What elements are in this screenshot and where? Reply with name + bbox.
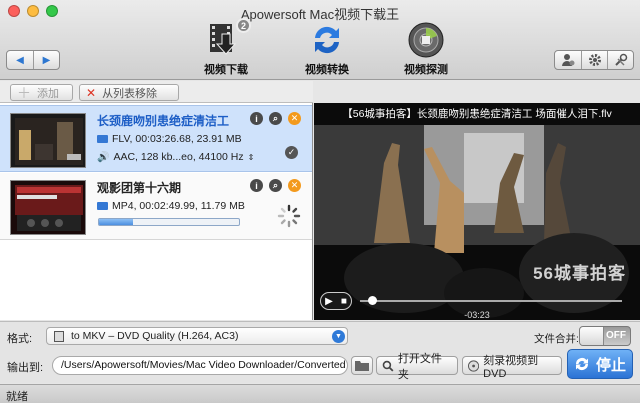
delete-icon[interactable]: ✕ [288,179,301,192]
status-text: 就绪 [6,391,28,403]
video-thumbnail [10,180,86,235]
tool-video-convert-label: 视频转换 [305,64,349,76]
toggle-state: OFF [606,330,626,341]
burn-dvd-label: 刻录视频到DVD [483,354,539,380]
convert-arrows-icon [307,20,347,60]
tool-video-download[interactable]: 2 视频下载 [186,18,266,77]
list-item[interactable]: 观影团第十六期 MP4, 00:02:49.99, 11.79 MB i ⌕ ✕ [0,173,312,240]
magnifier-icon[interactable]: ⌕ [269,179,282,192]
chevron-down-icon: ▼ [332,330,345,343]
add-button-label: 添加 [37,87,59,100]
output-label: 输出到: [7,362,44,374]
format-value: to MKV – DVD Quality (H.264, AC3) [71,330,239,342]
account-icon[interactable] [555,51,581,69]
audio-dropdown-icon[interactable]: ⇕ [248,153,255,162]
plus-icon: ＋ [17,84,31,101]
video-title: 【56城事拍客】长颈鹿吻别患绝症清洁工 场面催人泪下.flv [342,108,612,120]
item-audio-line: 🔊 AAC, 128 kb...eo, 44100 Hz ⇕ [97,151,254,163]
refresh-icon [575,357,589,371]
tool-video-detect-label: 视频探测 [404,64,448,76]
status-bar: 就绪 [0,384,640,403]
video-preview[interactable]: 【56城事拍客】长颈鹿吻别患绝症清洁工 场面催人泪下.flv 56城事拍客 ▶ … [314,103,640,320]
item-actions: i ⌕ ✕ [250,112,301,125]
burn-dvd-button[interactable]: 刻录视频到DVD [462,355,562,380]
video-time: -03:23 [464,310,490,320]
gear-icon[interactable] [581,51,607,69]
folder-icon [97,202,108,210]
merge-label: 文件合并: [534,333,579,345]
toolbar: Apowersoft Mac视频下载王 ◀ ▶ 2 视频下载 视频转换 视频探测 [0,0,640,80]
open-folder-label: 打开文件夹 [397,352,442,381]
remove-x-icon: ✕ [86,85,97,100]
magnifier-icon [382,360,394,372]
info-icon[interactable]: i [250,179,263,192]
tools-icon[interactable] [607,51,633,69]
download-count-badge: 2 [236,18,251,33]
done-check-icon: ✓ [285,146,298,159]
browse-folder-button[interactable] [351,356,373,375]
task-list: 长颈鹿吻别患绝症清洁工 FLV, 00:03:26.68, 23.91 MB 🔊… [0,103,313,320]
video-controls: ▶ ■ -03:23 [314,290,640,320]
format-file-icon [54,331,64,342]
video-frame [314,103,640,320]
disc-icon [468,359,480,372]
toggle-knob [580,327,604,345]
item-audio-text: AAC, 128 kb...eo, 44100 Hz [113,151,244,163]
stop-label: 停止 [596,356,627,374]
item-format-text: FLV, 00:03:26.68, 23.91 MB [112,133,242,145]
format-select[interactable]: to MKV – DVD Quality (H.264, AC3) ▼ [46,327,348,345]
play-stop-button[interactable]: ▶ ■ [320,292,352,310]
conversion-progress-fill [99,219,133,225]
open-folder-button[interactable]: 打开文件夹 [376,353,458,381]
delete-icon[interactable]: ✕ [288,112,301,125]
tool-video-download-label: 视频下载 [204,64,248,76]
play-icon[interactable]: ▶ [325,296,333,307]
magnifier-icon[interactable]: ⌕ [269,112,282,125]
list-item[interactable]: 长颈鹿吻别患绝症清洁工 FLV, 00:03:26.68, 23.91 MB 🔊… [0,105,312,172]
item-title: 长颈鹿吻别患绝症清洁工 [97,114,230,128]
right-toolbar-buttons [554,50,634,70]
item-format-line: FLV, 00:03:26.68, 23.91 MB [97,133,242,145]
format-label: 格式: [7,333,33,345]
loading-spinner-icon [277,204,301,228]
film-download-icon: 2 [206,18,251,60]
stop-icon[interactable]: ■ [341,296,347,307]
radar-detect-icon [406,20,446,60]
list-toolbar: ＋ 添加 ✕ 从列表移除 [0,81,313,103]
speaker-icon: 🔊 [97,151,110,163]
stop-button[interactable]: 停止 [567,349,633,379]
seek-knob[interactable] [367,296,377,305]
item-title: 观影团第十六期 [97,181,182,195]
item-actions: i ⌕ ✕ [250,179,301,192]
back-button[interactable]: ◀ [7,51,33,69]
conversion-progress-bar [98,218,240,226]
output-settings: 格式: to MKV – DVD Quality (H.264, AC3) ▼ … [0,321,640,383]
seek-bar[interactable] [360,296,622,305]
nav-buttons: ◀ ▶ [6,50,60,70]
folder-icon [355,361,369,371]
video-thumbnail [10,113,86,168]
folder-icon [97,135,108,143]
merge-toggle[interactable]: OFF [579,326,631,346]
tool-video-detect[interactable]: 视频探测 [386,20,466,77]
video-watermark: 56城事拍客 [533,264,626,283]
output-path-field[interactable]: /Users/Apowersoft/Movies/Mac Video Downl… [52,356,348,375]
forward-button[interactable]: ▶ [33,51,59,69]
remove-button-label: 从列表移除 [102,87,158,100]
item-format-text: MP4, 00:02:49.99, 11.79 MB [112,200,245,212]
add-button[interactable]: ＋ 添加 [10,84,73,101]
tool-video-convert[interactable]: 视频转换 [287,20,367,77]
info-icon[interactable]: i [250,112,263,125]
item-format-line: MP4, 00:02:49.99, 11.79 MB [97,200,245,212]
remove-from-list-button[interactable]: ✕ 从列表移除 [79,84,179,101]
